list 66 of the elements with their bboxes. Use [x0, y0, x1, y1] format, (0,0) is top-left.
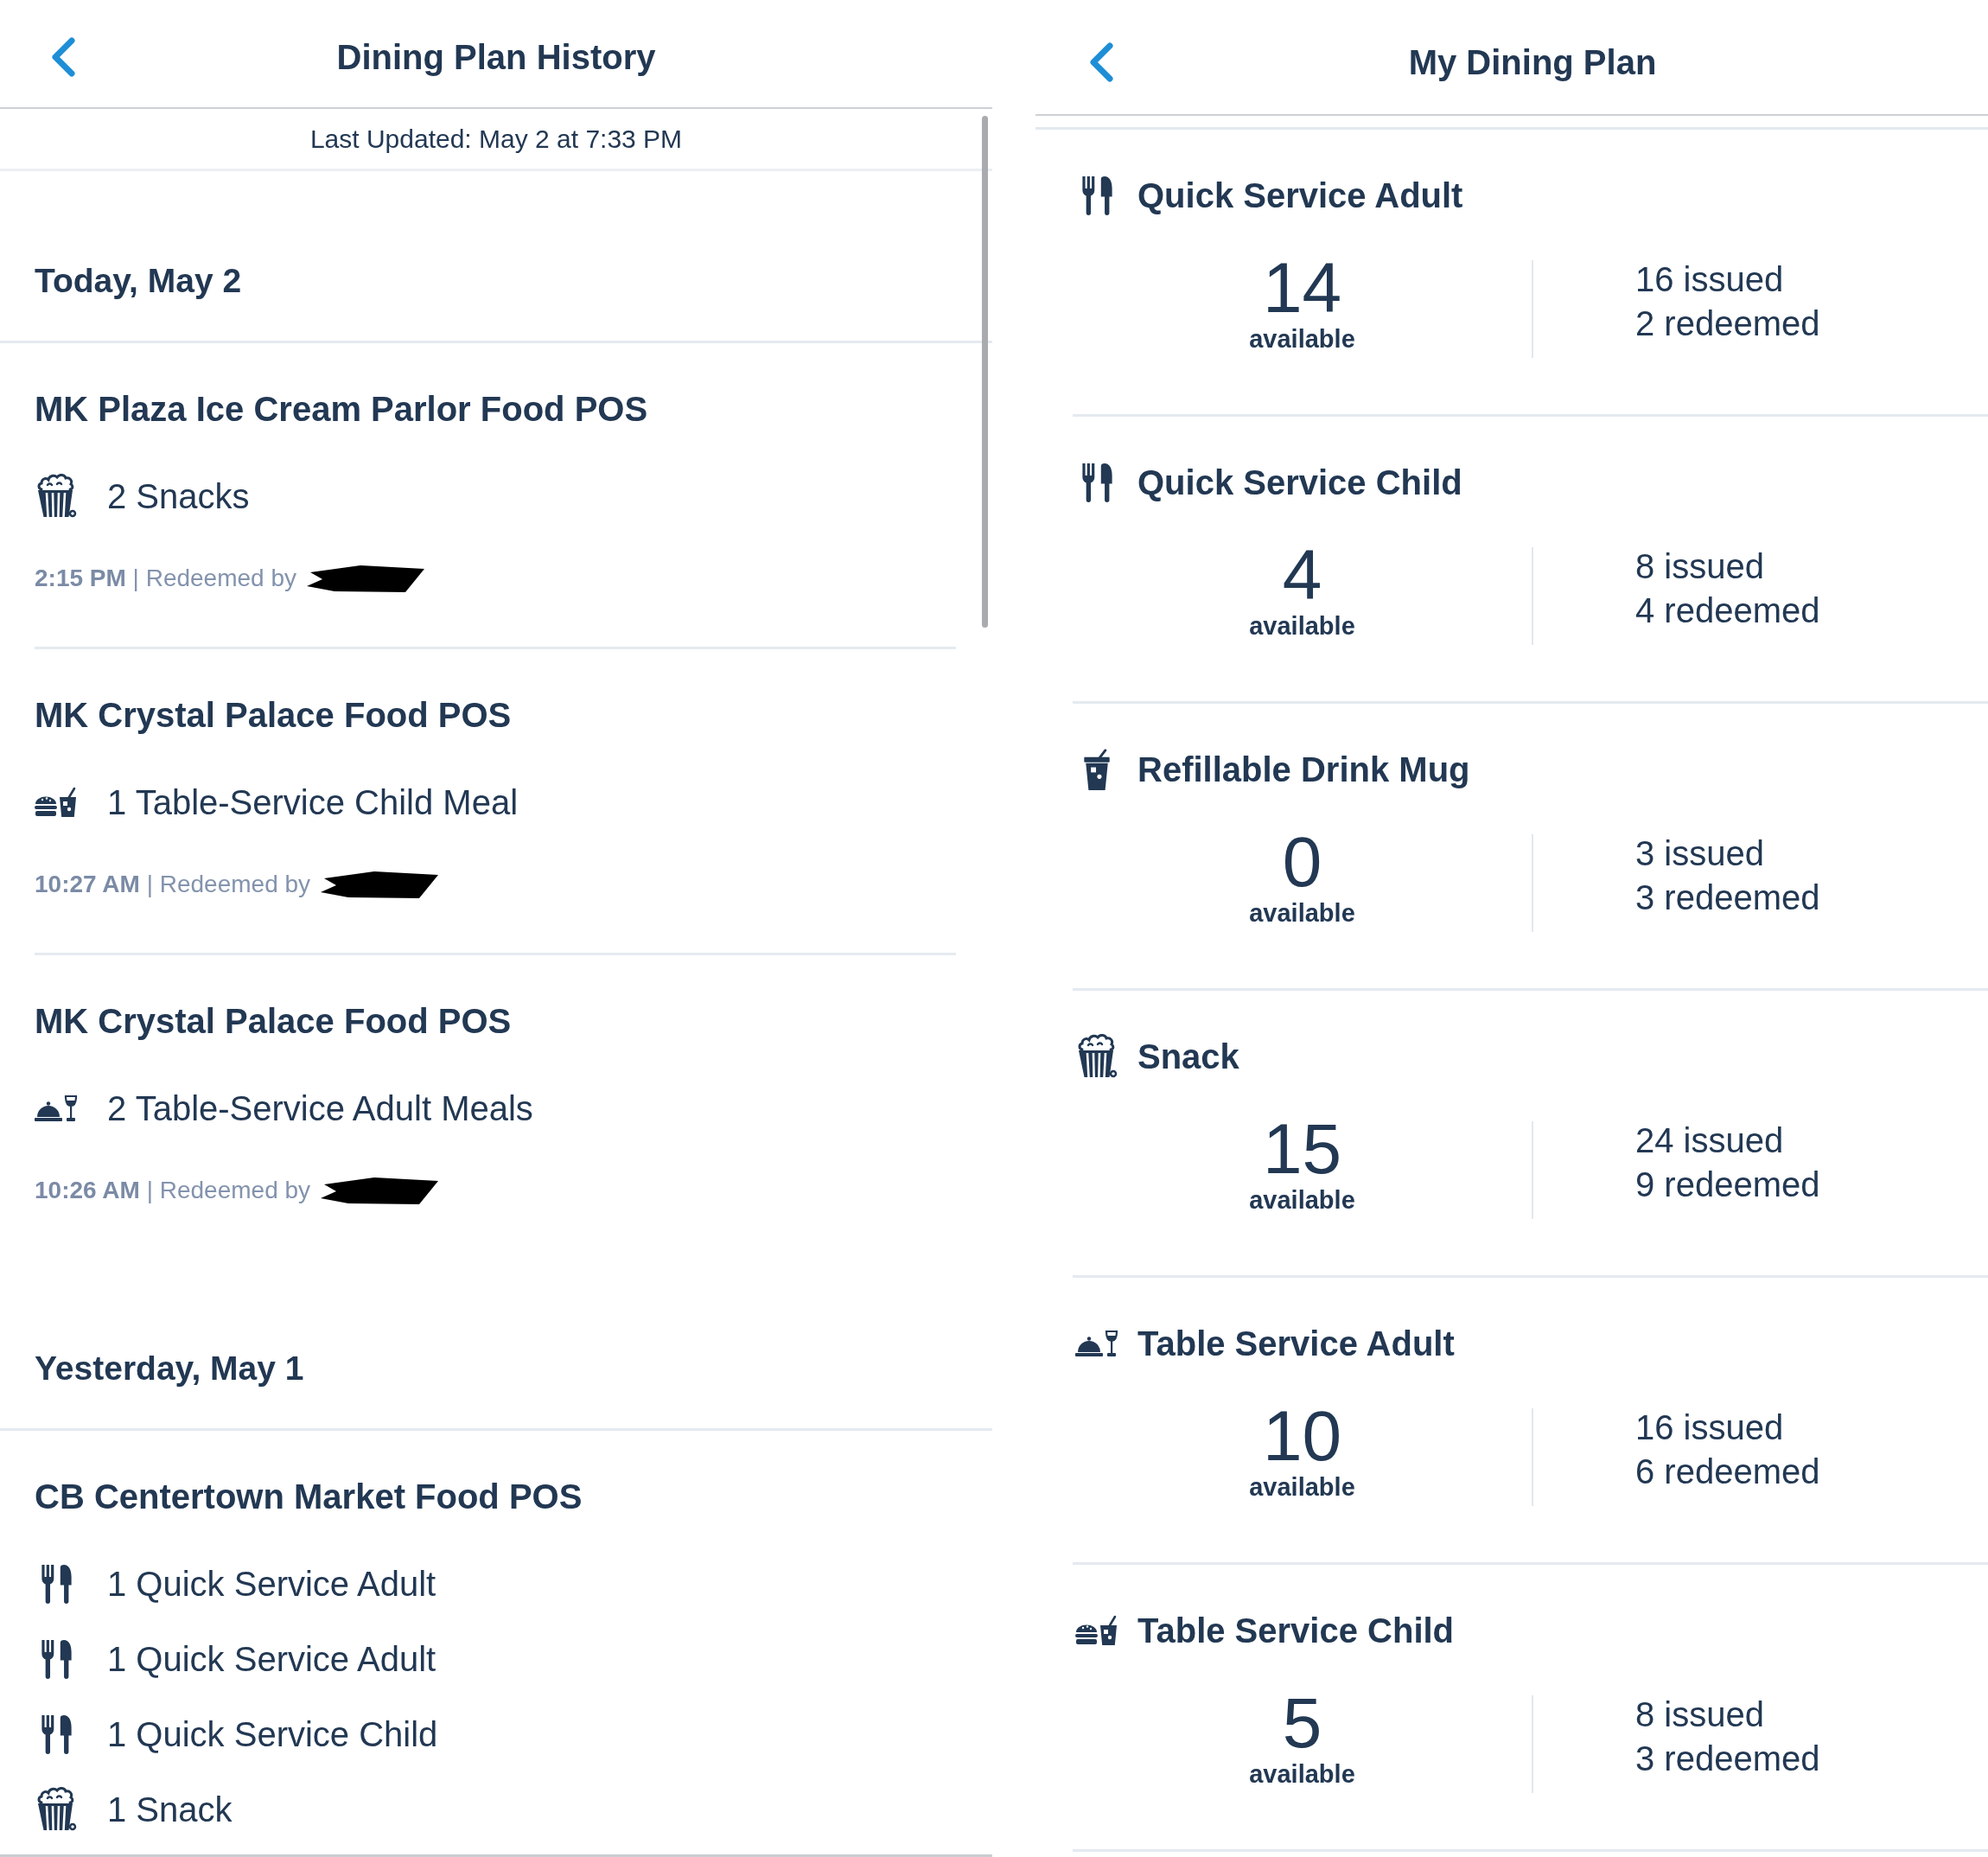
- redeemed-item: 1 Quick Service Adult: [107, 1639, 436, 1680]
- location-name: CB Centertown Market Food POS: [35, 1477, 583, 1517]
- redeemed-count: 9 redeemed: [1635, 1165, 1820, 1205]
- available-count: 4: [1282, 538, 1322, 612]
- redeemed-item: 1 Quick Service Adult: [107, 1564, 436, 1605]
- plan-item-title: Table Service Child: [1137, 1611, 1455, 1651]
- plan-item-title: Quick Service Adult: [1137, 175, 1463, 216]
- available-count: 14: [1262, 251, 1342, 325]
- plan-item-title: Refillable Drink Mug: [1137, 750, 1470, 790]
- date-heading: Today, May 2: [35, 261, 242, 301]
- available-label: available: [1249, 325, 1355, 353]
- back-icon: [50, 37, 76, 77]
- location-name: MK Crystal Palace Food POS: [35, 1001, 512, 1042]
- redeemed-item: 1 Table-Service Child Meal: [107, 782, 519, 823]
- issued-count: 16 issued: [1635, 1407, 1784, 1448]
- redeemed-item: 1 Quick Service Child: [107, 1714, 438, 1755]
- burger-cup-icon: [35, 787, 78, 818]
- cloche-wine-glass-icon: [35, 1094, 78, 1122]
- page-title: My Dining Plan: [1408, 42, 1657, 83]
- plan-item-title: Table Service Adult: [1137, 1324, 1455, 1364]
- issued-count: 8 issued: [1635, 1694, 1764, 1735]
- redemption-info: 10:27 AM | Redeemed by: [35, 870, 311, 899]
- plan-item-title: Quick Service Child: [1137, 463, 1462, 503]
- issued-count: 8 issued: [1635, 546, 1764, 587]
- back-icon: [1088, 42, 1114, 82]
- location-name: MK Crystal Palace Food POS: [35, 695, 512, 736]
- fork-knife-icon: [40, 1714, 73, 1754]
- redeemed-count: 3 redeemed: [1635, 1739, 1820, 1779]
- fork-knife-icon: [40, 1564, 73, 1604]
- available-label: available: [1249, 1473, 1355, 1501]
- plan-item-title: Snack: [1137, 1037, 1239, 1077]
- fork-knife-icon: [40, 1639, 73, 1679]
- issued-count: 24 issued: [1635, 1120, 1784, 1161]
- available-count: 10: [1262, 1399, 1342, 1473]
- popcorn-icon: [35, 1787, 77, 1832]
- fork-knife-icon: [1080, 175, 1113, 215]
- redeemed-count: 2 redeemed: [1635, 303, 1820, 344]
- last-updated-text: Last Updated: May 2 at 7:33 PM: [309, 123, 683, 155]
- redeemed-item: 2 Table-Service Adult Meals: [107, 1088, 533, 1129]
- available-count: 5: [1282, 1686, 1322, 1760]
- page-title: Dining Plan History: [336, 37, 656, 78]
- redemption-info: 10:26 AM | Redeemed by: [35, 1176, 311, 1205]
- redeemed-item: 1 Snack: [107, 1790, 233, 1830]
- redeemed-count: 6 redeemed: [1635, 1452, 1820, 1492]
- issued-count: 16 issued: [1635, 259, 1784, 300]
- drink-cup-icon: [1083, 748, 1111, 791]
- back-button[interactable]: [50, 37, 76, 77]
- available-count: 15: [1262, 1112, 1342, 1186]
- redeemed-count: 4 redeemed: [1635, 590, 1820, 631]
- available-label: available: [1249, 899, 1355, 927]
- cloche-wine-glass-icon: [1075, 1330, 1118, 1357]
- location-name: MK Plaza Ice Cream Parlor Food POS: [35, 389, 648, 430]
- popcorn-icon: [35, 474, 77, 519]
- available-label: available: [1249, 1186, 1355, 1214]
- redemption-info: 2:15 PM | Redeemed by: [35, 564, 296, 593]
- redeemed-item: 2 Snacks: [107, 476, 250, 517]
- burger-cup-icon: [1075, 1615, 1118, 1646]
- date-heading: Yesterday, May 1: [35, 1349, 304, 1388]
- popcorn-icon: [1076, 1034, 1118, 1079]
- redeemed-count: 3 redeemed: [1635, 877, 1820, 918]
- issued-count: 3 issued: [1635, 833, 1764, 874]
- fork-knife-icon: [1080, 463, 1113, 502]
- available-label: available: [1249, 612, 1355, 640]
- available-count: 0: [1282, 825, 1322, 899]
- back-button[interactable]: [1088, 42, 1114, 82]
- available-label: available: [1249, 1760, 1355, 1788]
